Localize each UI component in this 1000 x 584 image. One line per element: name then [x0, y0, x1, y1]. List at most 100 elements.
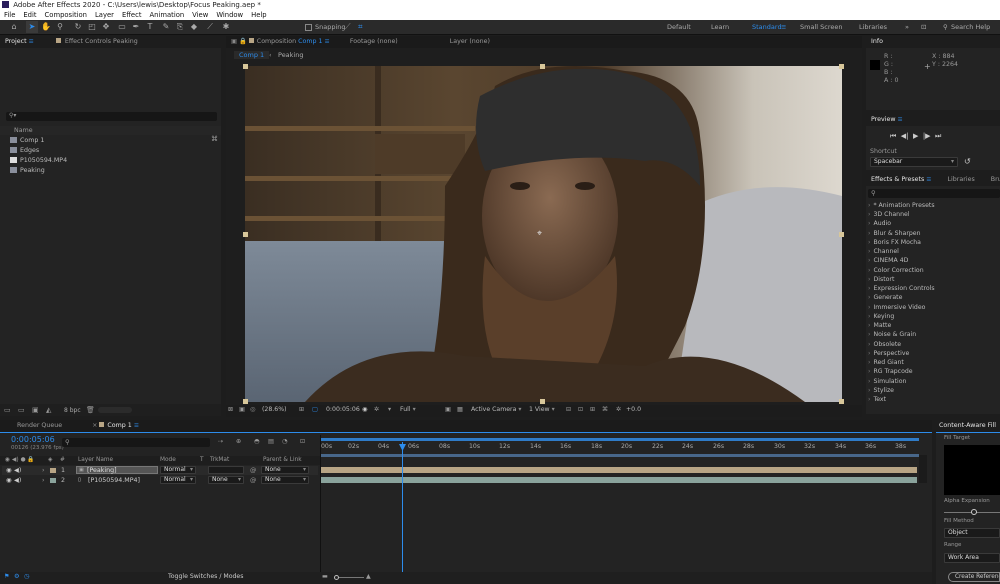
expand-chevron-icon[interactable]: ›	[42, 466, 45, 475]
effect-category[interactable]: › Perspective	[868, 349, 909, 358]
play-icon[interactable]: ▶	[913, 132, 918, 140]
effect-category[interactable]: › Obsolete	[868, 340, 901, 349]
toggle-switches-modes[interactable]: Toggle Switches / Modes	[168, 572, 243, 582]
layer-duration-bar[interactable]	[321, 467, 917, 473]
effect-category[interactable]: › Blur & Sharpen	[868, 229, 921, 238]
magnification-dropdown[interactable]: (28.6%)	[262, 405, 286, 415]
tab-brushes[interactable]: Brush	[986, 174, 1000, 186]
new-comp-icon[interactable]: ▣	[32, 406, 39, 414]
roto-brush-tool-icon[interactable]: ⟋	[204, 21, 216, 33]
effect-category[interactable]: › Red Giant	[868, 358, 904, 367]
tab-effects-presets[interactable]: Effects & Presets ≡	[866, 174, 937, 186]
trkmat-dropdown[interactable]: None ▾	[208, 476, 244, 484]
home-icon[interactable]: ⌂	[8, 21, 20, 33]
snapping-checkbox[interactable]	[305, 24, 312, 31]
sync-settings-icon[interactable]: ⊡	[921, 23, 926, 31]
transform-handle[interactable]	[540, 399, 545, 404]
workspace-learn[interactable]: Learn	[711, 23, 729, 31]
transform-handle[interactable]	[243, 64, 248, 69]
motion-blur-icon[interactable]: ◔	[282, 437, 287, 447]
transform-handle[interactable]	[243, 232, 248, 237]
rotate-tool-icon[interactable]: ↻	[72, 21, 84, 33]
parent-dropdown[interactable]: None ▾	[261, 476, 309, 484]
effect-category[interactable]: › RG Trapcode	[868, 367, 913, 376]
camera-dropdown[interactable]: Active Camera ▾	[471, 405, 521, 415]
project-column-name[interactable]: Name	[0, 126, 221, 135]
column-layer-name[interactable]: Layer Name	[78, 456, 113, 465]
exposure-icon[interactable]: ✲	[616, 405, 621, 415]
effect-category[interactable]: › 3D Channel	[868, 210, 910, 219]
flowchart-icon[interactable]: ⌘	[602, 405, 608, 415]
tab-effect-controls[interactable]: Effect Controls Peaking	[51, 36, 143, 48]
menu-file[interactable]: File	[0, 10, 19, 20]
alpha-expansion-thumb[interactable]	[971, 509, 977, 515]
project-item-footage[interactable]: P1050594.MP4	[10, 156, 67, 165]
zoom-in-icon[interactable]: ▲	[366, 572, 371, 582]
workspace-default[interactable]: Default	[667, 23, 691, 31]
work-area-bar[interactable]	[321, 454, 919, 457]
exposure-value[interactable]: +0.0	[626, 405, 641, 415]
eraser-tool-icon[interactable]: ◆	[188, 21, 200, 33]
safe-zones-icon[interactable]: ⊞	[299, 405, 304, 415]
time-navigator[interactable]	[321, 438, 919, 441]
tab-composition[interactable]: ▣ 🔒 Composition Comp 1 ≡	[226, 36, 335, 48]
tab-timeline-comp1[interactable]: × Comp 1 ≡	[87, 420, 144, 432]
tab-footage[interactable]: Footage (none)	[345, 36, 403, 48]
tab-content-aware-fill[interactable]: Content-Aware Fill	[936, 420, 1000, 432]
effect-category[interactable]: › Distort	[868, 275, 894, 284]
show-channel-icon[interactable]: ✲	[374, 405, 379, 415]
current-time[interactable]: 0:00:05:06	[326, 405, 360, 415]
transfer-controls-icon[interactable]: ⚙	[14, 572, 20, 582]
rectangle-tool-icon[interactable]: ▭	[116, 21, 128, 33]
bit-depth[interactable]: 8 bpc	[64, 407, 81, 414]
visibility-eye-icon[interactable]: ◉	[6, 476, 12, 485]
clone-stamp-tool-icon[interactable]: ⎘	[174, 21, 186, 33]
effect-category[interactable]: › Expression Controls	[868, 284, 935, 293]
first-frame-icon[interactable]: ⏮	[890, 132, 896, 140]
mode-dropdown[interactable]: Normal ▾	[160, 476, 196, 484]
effect-category[interactable]: › CINEMA 4D	[868, 256, 908, 265]
label-color-swatch[interactable]	[50, 478, 56, 483]
create-reference-frame-button[interactable]: Create Reference Frame	[948, 572, 1000, 582]
audio-icon[interactable]: ◀)	[14, 476, 21, 485]
snap-points-icon[interactable]: ⌗	[358, 22, 363, 32]
effect-category[interactable]: › Matte	[868, 321, 891, 330]
effect-category[interactable]: › Stylize	[868, 386, 894, 395]
tab-layer[interactable]: Layer (none)	[445, 36, 495, 48]
current-timecode[interactable]: 0:00:05:06	[11, 435, 55, 444]
effect-category[interactable]: › Channel	[868, 247, 899, 256]
effect-category[interactable]: › Audio	[868, 219, 891, 228]
loop-icon[interactable]: ↺	[964, 157, 971, 166]
project-item-peaking[interactable]: Peaking	[10, 166, 45, 175]
layer-name[interactable]: [P1050594.MP4]	[88, 476, 140, 485]
column-t[interactable]: T	[200, 456, 204, 465]
layer-duration-bar[interactable]	[321, 477, 917, 483]
layer-row[interactable]: ◉ ◀) › 1 ▣ [Peaking] Normal ▾ @ None ▾	[2, 466, 318, 475]
frame-blending-icon[interactable]: ▤	[268, 437, 274, 447]
label-color-swatch[interactable]	[50, 468, 56, 473]
zoom-tool-icon[interactable]: ⚲	[54, 21, 66, 33]
effect-category[interactable]: › Boris FX Mocha	[868, 238, 921, 247]
range-dropdown[interactable]: Work Area	[944, 553, 1000, 563]
effect-category[interactable]: › Simulation	[868, 377, 906, 386]
effect-category[interactable]: › Keying	[868, 312, 894, 321]
hand-tool-icon[interactable]: ✋	[40, 21, 52, 33]
effect-category[interactable]: › Color Correction	[868, 266, 924, 275]
interpret-footage-icon[interactable]: ▭	[4, 406, 11, 414]
effect-category[interactable]: › Generate	[868, 293, 902, 302]
search-help-label[interactable]: Search Help	[951, 23, 990, 31]
workspace-standard[interactable]: Standard	[752, 23, 782, 31]
project-settings-icon[interactable]: ◭	[46, 406, 51, 414]
column-trkmat[interactable]: TrkMat	[210, 456, 229, 465]
menu-composition[interactable]: Composition	[41, 10, 91, 20]
workspace-libraries[interactable]: Libraries	[859, 23, 887, 31]
trash-icon[interactable]: 🗑	[86, 406, 95, 414]
composition-canvas[interactable]: ⌖	[245, 66, 842, 402]
in-out-icon[interactable]: ◷	[24, 572, 29, 582]
layer-row[interactable]: ◉ ◀) › 2 ▯ [P1050594.MP4] Normal ▾ None ▾ …	[2, 476, 318, 485]
transparency-grid-icon[interactable]: ▦	[457, 405, 463, 415]
next-frame-icon[interactable]: |▶	[923, 132, 931, 140]
tab-render-queue[interactable]: Render Queue	[12, 420, 67, 432]
effect-category[interactable]: › Noise & Grain	[868, 330, 916, 339]
toggle-mask-icon[interactable]: ▢	[312, 405, 318, 415]
